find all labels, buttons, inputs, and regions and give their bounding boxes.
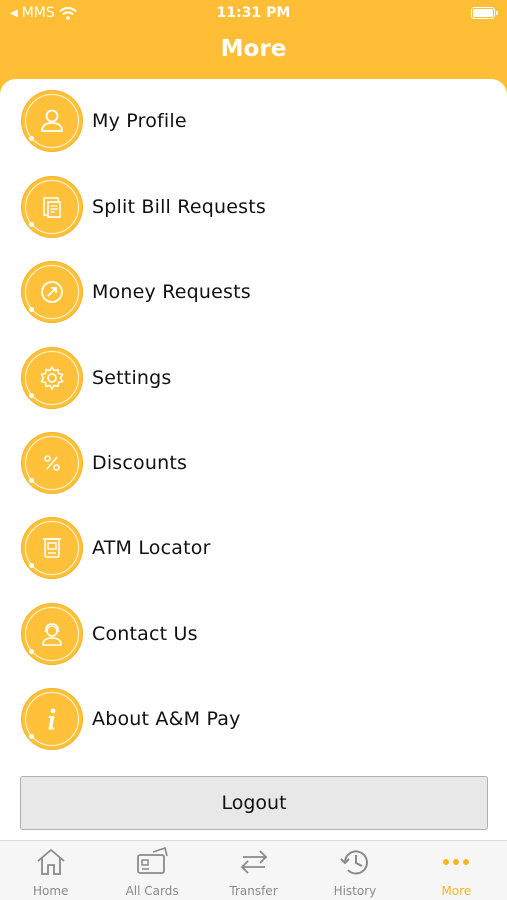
menu-item-split-bill-requests[interactable]: Split Bill Requests	[0, 165, 507, 249]
menu-item-about[interactable]: About A&M Pay	[0, 677, 507, 761]
tab-transfer[interactable]: Transfer	[203, 841, 304, 900]
logout-button[interactable]: Logout	[20, 776, 488, 830]
menu-sheet: My Profile Split Bill Requests Money Req…	[0, 79, 507, 841]
menu-item-label: Contact Us	[92, 623, 198, 645]
menu-item-label: Settings	[92, 367, 172, 389]
menu-item-settings[interactable]: Settings	[0, 336, 507, 420]
page-title: More	[220, 36, 287, 62]
history-icon	[340, 850, 368, 875]
support-agent-icon	[21, 603, 83, 665]
home-icon	[37, 848, 65, 875]
tab-label: Home	[32, 884, 69, 898]
tab-label: Transfer	[229, 884, 278, 898]
more-dots-icon	[443, 859, 470, 865]
status-time: 11:31 PM	[216, 5, 291, 21]
menu-item-money-requests[interactable]: Money Requests	[0, 250, 507, 334]
menu-item-atm-locator[interactable]: ATM Locator	[0, 506, 507, 590]
menu-item-contact-us[interactable]: Contact Us	[0, 592, 507, 676]
atm-icon	[21, 517, 83, 579]
status-bar: ◀ MMS 11:31 PM	[0, 0, 507, 30]
tab-bar: Home All Cards Transfer History More	[0, 840, 507, 900]
menu-item-label: Money Requests	[92, 281, 251, 303]
tab-history[interactable]: History	[304, 841, 405, 900]
menu-item-discounts[interactable]: Discounts	[0, 421, 507, 505]
menu-item-label: Split Bill Requests	[92, 196, 266, 218]
info-icon	[21, 688, 83, 750]
tab-label: History	[333, 884, 377, 898]
menu-item-label: My Profile	[92, 110, 187, 132]
tab-label: More	[441, 884, 472, 898]
menu-item-label: About A&M Pay	[92, 708, 241, 730]
user-icon	[21, 90, 83, 152]
battery-icon	[471, 7, 498, 19]
percent-icon	[21, 432, 83, 494]
tab-more[interactable]: More	[406, 841, 507, 900]
transfer-icon	[240, 850, 267, 874]
tab-all-cards[interactable]: All Cards	[101, 841, 202, 900]
gear-icon	[21, 347, 83, 409]
tab-label: All Cards	[125, 884, 179, 898]
split-bill-icon	[21, 176, 83, 238]
menu-item-my-profile[interactable]: My Profile	[0, 79, 507, 163]
menu-item-label: Discounts	[92, 452, 188, 474]
money-request-icon	[21, 261, 83, 323]
tab-home[interactable]: Home	[0, 841, 101, 900]
cards-icon	[137, 846, 168, 874]
menu-item-label: ATM Locator	[92, 537, 211, 559]
